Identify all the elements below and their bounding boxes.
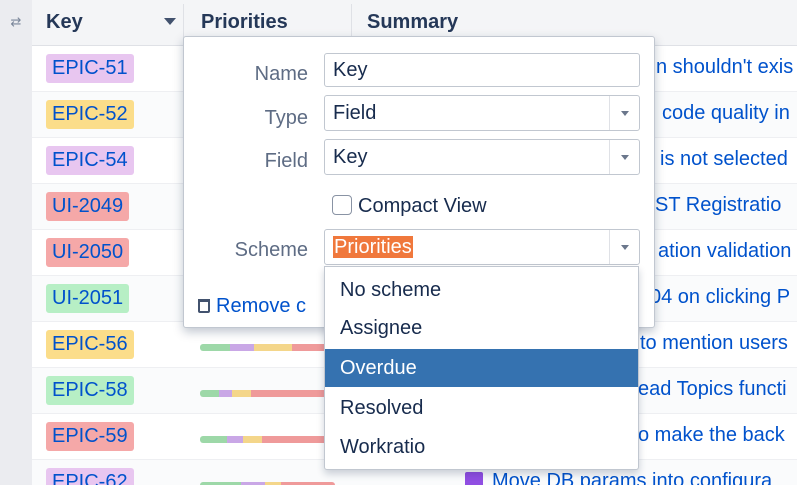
- issue-key-badge[interactable]: EPIC-58: [46, 376, 134, 405]
- field-select-value: Key: [333, 146, 368, 168]
- issue-key-badge[interactable]: UI-2051: [46, 284, 130, 313]
- bar-segment: [229, 344, 254, 351]
- bar-segment: [243, 436, 263, 443]
- issue-key-badge[interactable]: EPIC-51: [46, 54, 134, 83]
- compact-view-label: Compact View: [358, 195, 487, 217]
- issue-summary[interactable]: 04 on clicking P: [650, 286, 790, 309]
- issue-key-badge[interactable]: EPIC-59: [46, 422, 134, 451]
- name-field[interactable]: Key: [324, 53, 640, 87]
- scheme-select[interactable]: Priorities: [324, 229, 640, 265]
- name-label: Name: [254, 63, 308, 85]
- checkbox-box[interactable]: [332, 195, 352, 215]
- drag-handle-icon[interactable]: ⇄: [0, 0, 32, 46]
- type-label: Type: [264, 107, 308, 129]
- bar-segment: [253, 344, 292, 351]
- compact-view-checkbox[interactable]: Compact View: [332, 195, 487, 221]
- issue-summary[interactable]: ST Registratio: [655, 194, 781, 217]
- remove-column-link[interactable]: Remove c: [198, 295, 306, 318]
- issue-summary[interactable]: is not selected: [660, 148, 788, 171]
- issue-summary[interactable]: to mention users: [640, 332, 788, 355]
- scheme-option-resolved[interactable]: Resolved: [325, 389, 638, 427]
- bar-segment: [227, 436, 244, 443]
- row-handle-strip: [0, 46, 32, 485]
- scheme-option-no-scheme[interactable]: No scheme: [325, 271, 638, 309]
- priority-bar: [200, 344, 335, 351]
- type-select-value: Field: [333, 102, 377, 124]
- issue-summary[interactable]: ation validation: [658, 240, 791, 263]
- issue-summary[interactable]: o make the back: [638, 424, 785, 447]
- trash-icon: [198, 299, 210, 313]
- scheme-dropdown-list: No scheme Assignee Overdue Resolved Work…: [324, 266, 639, 470]
- type-select[interactable]: Field: [324, 95, 640, 131]
- scheme-option-workratio[interactable]: Workratio: [325, 428, 638, 466]
- scheme-select-value: Priorities: [333, 236, 413, 258]
- issue-summary[interactable]: code quality in: [662, 102, 790, 125]
- issue-key-badge[interactable]: UI-2050: [46, 238, 130, 267]
- column-header-key[interactable]: Key: [46, 0, 176, 46]
- priority-bar: [200, 436, 335, 443]
- issue-key-badge[interactable]: UI-2049: [46, 192, 130, 221]
- story-icon: [465, 472, 483, 485]
- chevron-down-icon[interactable]: [609, 96, 639, 130]
- issue-key-badge[interactable]: EPIC-62: [46, 468, 134, 485]
- issue-key-badge[interactable]: EPIC-52: [46, 100, 134, 129]
- bar-segment: [251, 390, 335, 397]
- bar-segment: [200, 344, 230, 351]
- field-label: Field: [264, 150, 308, 172]
- scheme-option-overdue[interactable]: Overdue: [325, 349, 638, 387]
- issue-table-screen: ⇄ Key Priorities Summary EPIC-51 n shoul…: [0, 0, 797, 485]
- issue-key-badge[interactable]: EPIC-56: [46, 330, 134, 359]
- chevron-down-icon[interactable]: [609, 140, 639, 174]
- field-select[interactable]: Key: [324, 139, 640, 175]
- chevron-down-icon[interactable]: [609, 230, 639, 264]
- bar-segment: [218, 390, 233, 397]
- bar-segment: [232, 390, 252, 397]
- column-header-key-label: Key: [46, 11, 83, 33]
- bar-segment: [200, 436, 227, 443]
- issue-key-badge[interactable]: EPIC-54: [46, 146, 134, 175]
- issue-summary[interactable]: n shouldn't exis: [656, 56, 793, 79]
- scheme-label: Scheme: [234, 239, 308, 261]
- scheme-option-assignee[interactable]: Assignee: [325, 309, 638, 347]
- issue-summary[interactable]: Move DB params into configura: [492, 470, 772, 485]
- issue-summary[interactable]: ead Topics functi: [638, 378, 787, 401]
- remove-column-label: Remove c: [216, 295, 307, 317]
- priority-bar: [200, 390, 335, 397]
- caret-down-icon[interactable]: [164, 18, 176, 25]
- bar-segment: [200, 390, 219, 397]
